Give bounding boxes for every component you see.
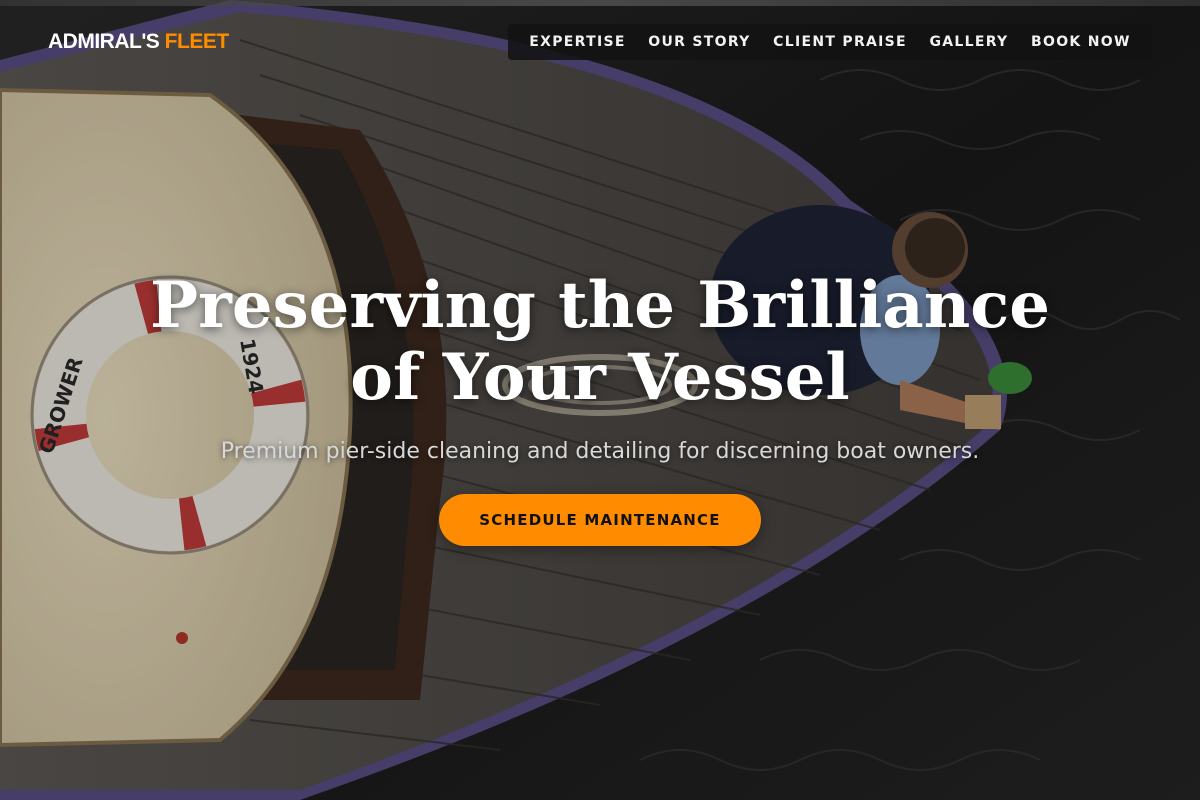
schedule-maintenance-button[interactable]: SCHEDULE MAINTENANCE [439, 494, 761, 546]
brand-name-primary: ADMIRAL'S [48, 30, 160, 53]
brand-logo[interactable]: ADMIRAL'S FLEET [48, 29, 229, 55]
hero-subheadline: Premium pier-side cleaning and detailing… [220, 439, 980, 464]
main-navigation: EXPERTISE OUR STORY CLIENT PRAISE GALLER… [508, 24, 1152, 60]
hero-headline-line-1: Preserving the Brilliance [150, 268, 1050, 343]
hero-headline-line-2: of Your Vessel [350, 340, 850, 415]
nav-link-our-story[interactable]: OUR STORY [648, 34, 750, 50]
nav-link-book-now[interactable]: BOOK NOW [1031, 34, 1131, 50]
nav-link-gallery[interactable]: GALLERY [929, 34, 1008, 50]
hero-headline: Preserving the Brilliance of Your Vessel [100, 270, 1100, 414]
top-edge-strip [0, 0, 1200, 6]
brand-name-accent: FLEET [164, 30, 230, 53]
nav-link-client-praise[interactable]: CLIENT PRAISE [773, 34, 907, 50]
nav-link-expertise[interactable]: EXPERTISE [529, 34, 625, 50]
